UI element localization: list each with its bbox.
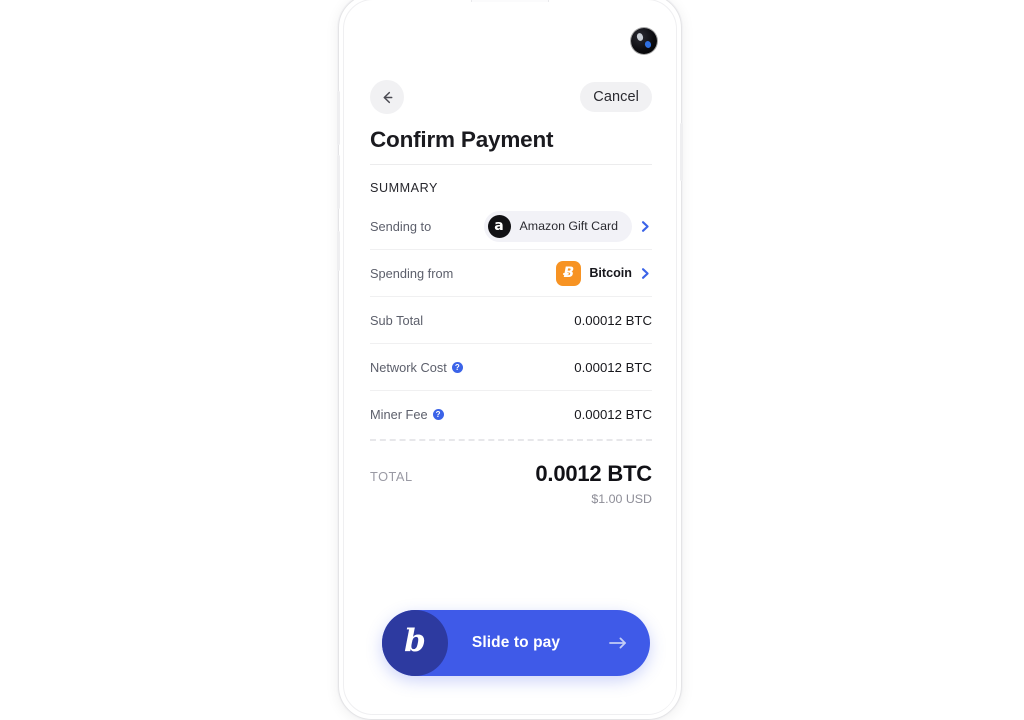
- merchant-pill[interactable]: a Amazon Gift Card: [483, 210, 632, 242]
- row-network-cost: Network Cost ? 0.00012 BTC: [370, 344, 652, 391]
- header-divider: [370, 164, 652, 165]
- row-label: Sub Total: [370, 313, 423, 328]
- app-top-bar: Cancel: [370, 80, 652, 114]
- row-label-text: Sub Total: [370, 312, 424, 328]
- cancel-button-label: Cancel: [593, 89, 639, 105]
- total-section: TOTAL 0.0012 BTC $1.00 USD: [370, 461, 652, 506]
- total-fiat-amount: $1.00 USD: [591, 491, 652, 506]
- amazon-logo-icon: a: [487, 214, 511, 238]
- row-value: 0.00012 BTC: [574, 359, 652, 375]
- total-dashed-divider: [370, 439, 652, 441]
- confirm-payment-screen: Cancel Confirm Payment SUMMARY Sending t…: [346, 2, 676, 714]
- asset-display[interactable]: Ƀ Bitcoin: [556, 260, 632, 286]
- total-values: 0.0012 BTC $1.00 USD: [535, 461, 652, 506]
- brand-logo-icon: b: [404, 623, 426, 659]
- row-label: Network Cost ?: [370, 360, 463, 375]
- arrow-left-icon: [379, 89, 396, 106]
- slide-to-pay-handle[interactable]: b: [382, 610, 448, 676]
- row-label: Spending from: [370, 265, 454, 281]
- row-label: Miner Fee ?: [370, 407, 444, 422]
- row-value: 0.00012 BTC: [574, 407, 652, 422]
- phone-screen: Cancel Confirm Payment SUMMARY Sending t…: [346, 2, 676, 714]
- volume-up-button[interactable]: [337, 91, 340, 145]
- screenshot-canvas: Cancel Confirm Payment SUMMARY Sending t…: [0, 0, 1024, 720]
- summary-rows: Sending to a Amazon Gift Card Spending f…: [370, 203, 652, 438]
- page-title: Confirm Payment: [370, 127, 554, 152]
- power-button[interactable]: [680, 123, 683, 181]
- row-label-text: Miner Fee: [370, 407, 428, 422]
- row-label: Sending to: [370, 218, 432, 234]
- arrow-right-icon: [608, 635, 628, 651]
- assistant-side-button[interactable]: [337, 231, 340, 271]
- row-sub-total: Sub Total 0.00012 BTC: [370, 297, 652, 344]
- help-icon[interactable]: ?: [432, 409, 444, 420]
- total-amount: 0.0012 BTC: [535, 461, 652, 486]
- chevron-right-icon[interactable]: [639, 266, 652, 281]
- asset-selector[interactable]: Ƀ Bitcoin: [556, 260, 652, 286]
- help-icon[interactable]: ?: [451, 361, 463, 373]
- row-spending-from[interactable]: Spending from Ƀ Bitcoin: [370, 250, 652, 297]
- summary-section-label: SUMMARY: [370, 181, 438, 195]
- back-button[interactable]: [370, 80, 404, 114]
- asset-name: Bitcoin: [589, 266, 632, 280]
- phone-device-frame: Cancel Confirm Payment SUMMARY Sending t…: [337, 0, 683, 720]
- merchant-selector[interactable]: a Amazon Gift Card: [483, 210, 652, 242]
- total-label: TOTAL: [370, 469, 413, 484]
- volume-down-button[interactable]: [337, 155, 340, 209]
- row-miner-fee: Miner Fee ? 0.00012 BTC: [370, 391, 652, 438]
- chevron-right-icon[interactable]: [639, 219, 652, 234]
- slide-to-pay-control[interactable]: Slide to pay b: [382, 610, 650, 676]
- row-sending-to[interactable]: Sending to a Amazon Gift Card: [370, 203, 652, 250]
- cancel-button[interactable]: Cancel: [580, 82, 652, 112]
- merchant-name: Amazon Gift Card: [519, 219, 618, 233]
- bitcoin-logo-icon: Ƀ: [556, 260, 582, 286]
- row-label-text: Network Cost: [370, 359, 447, 375]
- row-value: 0.00012 BTC: [574, 312, 652, 328]
